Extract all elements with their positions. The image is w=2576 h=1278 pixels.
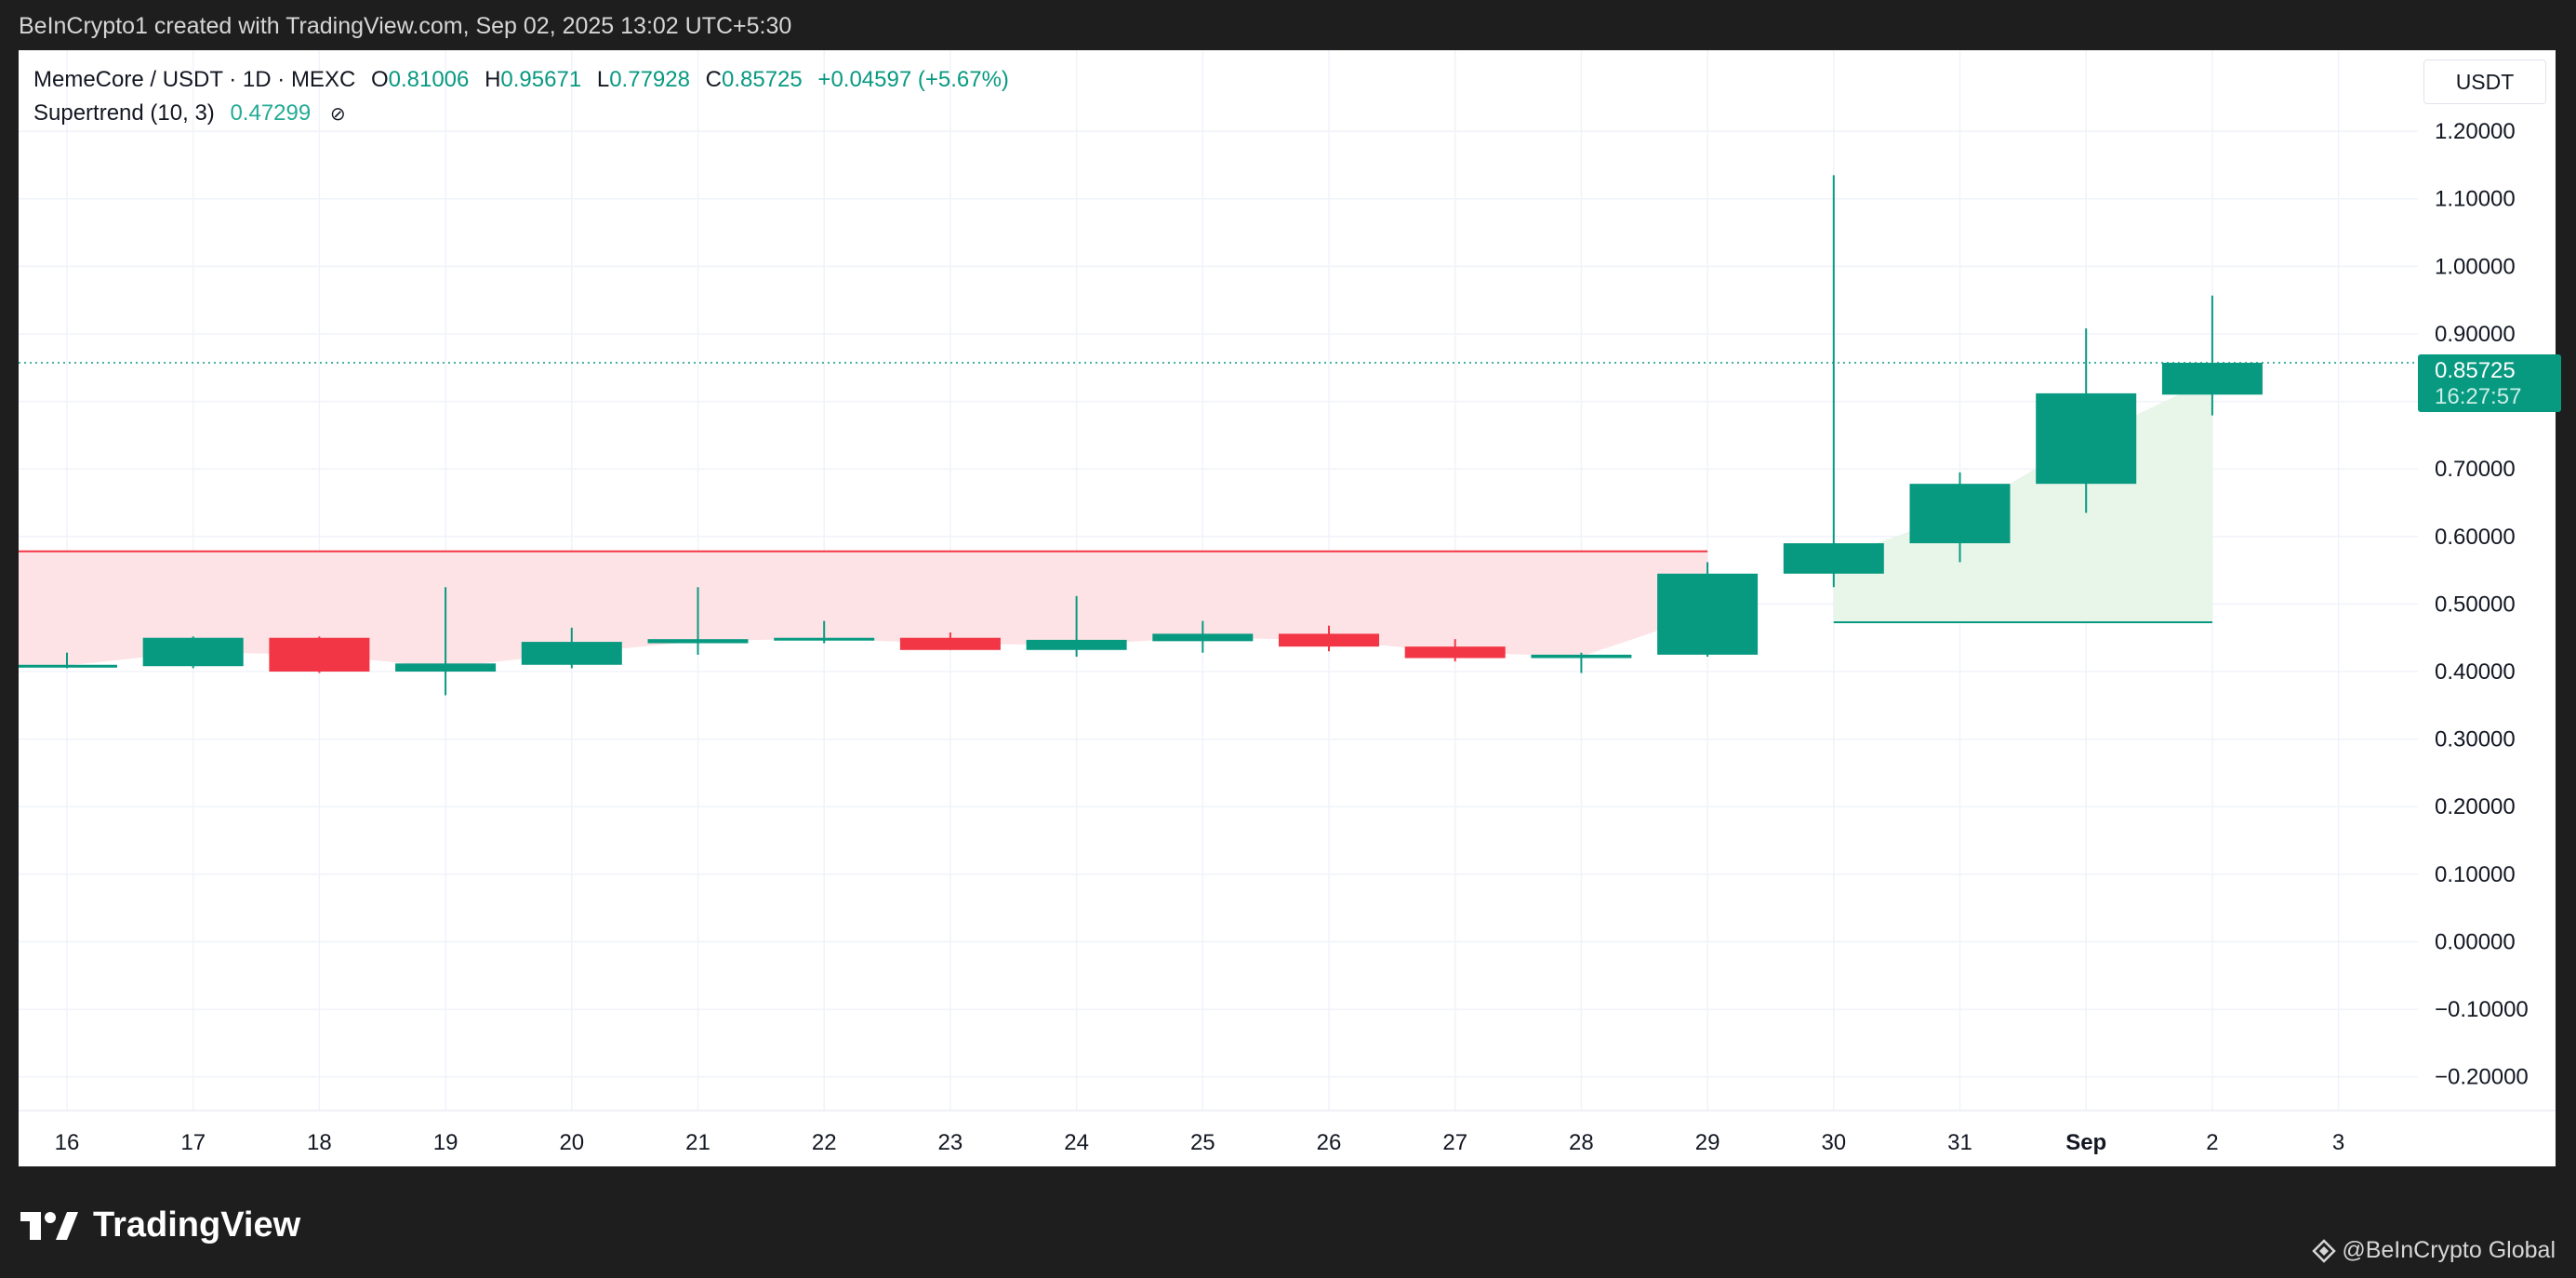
y-tick-label: 0.60000 — [2435, 525, 2516, 550]
high-label: H — [485, 67, 501, 92]
symbol-label[interactable]: MemeCore / USDT · 1D · MEXC — [33, 67, 355, 92]
candle-body — [1152, 633, 1254, 642]
open-label: O — [370, 67, 389, 92]
tradingview-logo-icon — [20, 1211, 78, 1240]
y-tick-label: −0.20000 — [2435, 1065, 2529, 1090]
candle-body — [1531, 654, 1632, 659]
candle — [1657, 562, 1759, 658]
x-tick-label: 24 — [1064, 1130, 1089, 1155]
x-tick-label: 21 — [685, 1130, 710, 1155]
last-price-tag: 0.85725 16:27:57 — [2418, 354, 2561, 412]
y-tick-label: −0.10000 — [2435, 997, 2529, 1022]
candle-body — [774, 637, 875, 641]
candle-body — [395, 663, 497, 672]
candle — [269, 636, 370, 673]
credit-text: @BeInCrypto Global — [2342, 1237, 2556, 1263]
y-tick-label: 0.30000 — [2435, 727, 2516, 752]
change-value: +0.04597 (+5.67%) — [817, 67, 1009, 92]
candle-body — [1909, 484, 2011, 544]
candle-body — [1404, 646, 1506, 659]
currency-selector[interactable]: USDT — [2423, 60, 2546, 104]
chart-panel[interactable]: 1.200001.100001.000000.900000.800000.700… — [19, 50, 2561, 1166]
candle-body — [647, 639, 749, 644]
high-value: 0.95671 — [500, 67, 582, 92]
close-label: C — [705, 67, 722, 92]
x-tick-label: 31 — [1947, 1130, 1972, 1155]
bar-countdown: 16:27:57 — [2435, 384, 2522, 409]
y-tick-label: 0.20000 — [2435, 794, 2516, 819]
credit: @BeInCrypto Global — [2312, 1237, 2556, 1264]
x-tick-label: Sep — [2065, 1130, 2106, 1155]
candle-body — [1279, 633, 1379, 647]
candle — [1531, 652, 1632, 673]
y-tick-label: 0.00000 — [2435, 929, 2516, 954]
indicator-row: Supertrend (10, 3) 0.47299 ⊘ — [33, 97, 1009, 131]
candle-body — [142, 637, 244, 667]
brand-name: TradingView — [93, 1205, 301, 1245]
candle-body — [1657, 573, 1759, 655]
candle-body — [899, 637, 1001, 650]
candle — [142, 636, 244, 669]
x-tick-label: 22 — [812, 1130, 837, 1155]
price-axis[interactable]: 1.200001.100001.000000.900000.800000.700… — [2435, 119, 2529, 1090]
eye-off-icon[interactable]: ⊘ — [330, 104, 346, 125]
y-tick-label: 1.00000 — [2435, 254, 2516, 279]
price-chart[interactable]: 1.200001.100001.000000.900000.800000.700… — [19, 50, 2556, 1166]
y-tick-label: 1.20000 — [2435, 119, 2516, 144]
x-tick-label: 28 — [1569, 1130, 1594, 1155]
ohlc-row: MemeCore / USDT · 1D · MEXC O0.81006 H0.… — [33, 63, 1009, 97]
x-tick-label: 20 — [559, 1130, 584, 1155]
candle-body — [1026, 639, 1127, 650]
close-value: 0.85725 — [721, 67, 803, 92]
x-tick-label: 25 — [1190, 1130, 1215, 1155]
y-tick-label: 0.10000 — [2435, 862, 2516, 887]
y-tick-label: 0.90000 — [2435, 322, 2516, 347]
y-tick-label: 0.40000 — [2435, 659, 2516, 685]
candle-body — [2161, 363, 2263, 395]
candle-body — [521, 642, 622, 665]
beincrypto-icon — [2312, 1238, 2337, 1263]
x-tick-label: 18 — [307, 1130, 332, 1155]
x-tick-label: 26 — [1317, 1130, 1342, 1155]
candle-body — [19, 664, 117, 668]
x-tick-label: 16 — [55, 1130, 80, 1155]
indicator-label[interactable]: Supertrend (10, 3) — [33, 100, 215, 126]
tradingview-logo[interactable]: TradingView — [20, 1205, 300, 1245]
chart-legend: MemeCore / USDT · 1D · MEXC O0.81006 H0.… — [33, 63, 1009, 131]
low-value: 0.77928 — [609, 67, 690, 92]
indicator-value: 0.47299 — [230, 100, 312, 126]
candle-body — [269, 637, 370, 672]
x-tick-label: 2 — [2206, 1130, 2218, 1155]
candle-body — [2036, 393, 2137, 485]
y-tick-label: 0.50000 — [2435, 592, 2516, 617]
x-tick-label: 30 — [1821, 1130, 1846, 1155]
last-price-value: 0.85725 — [2435, 358, 2516, 383]
chart-caption: BeInCrypto1 created with TradingView.com… — [19, 13, 792, 39]
x-tick-label: 27 — [1442, 1130, 1467, 1155]
x-tick-label: 23 — [938, 1130, 963, 1155]
time-axis[interactable]: 16 17 18 19 20 21 22 23 24 25 26 27 28 29 30 31 Sep 2 3 — [19, 1110, 2556, 1155]
open-value: 0.81006 — [388, 67, 470, 92]
x-tick-label: 3 — [2332, 1130, 2344, 1155]
candle — [1783, 175, 1884, 588]
y-tick-label: 0.70000 — [2435, 457, 2516, 482]
y-tick-label: 1.10000 — [2435, 187, 2516, 212]
x-tick-label: 29 — [1695, 1130, 1720, 1155]
x-tick-label: 19 — [433, 1130, 458, 1155]
x-tick-label: 17 — [180, 1130, 206, 1155]
low-label: L — [596, 67, 610, 92]
supertrend-fill — [19, 379, 2212, 668]
candle-body — [1783, 543, 1884, 574]
supertrend-up-fill — [1833, 379, 2212, 623]
